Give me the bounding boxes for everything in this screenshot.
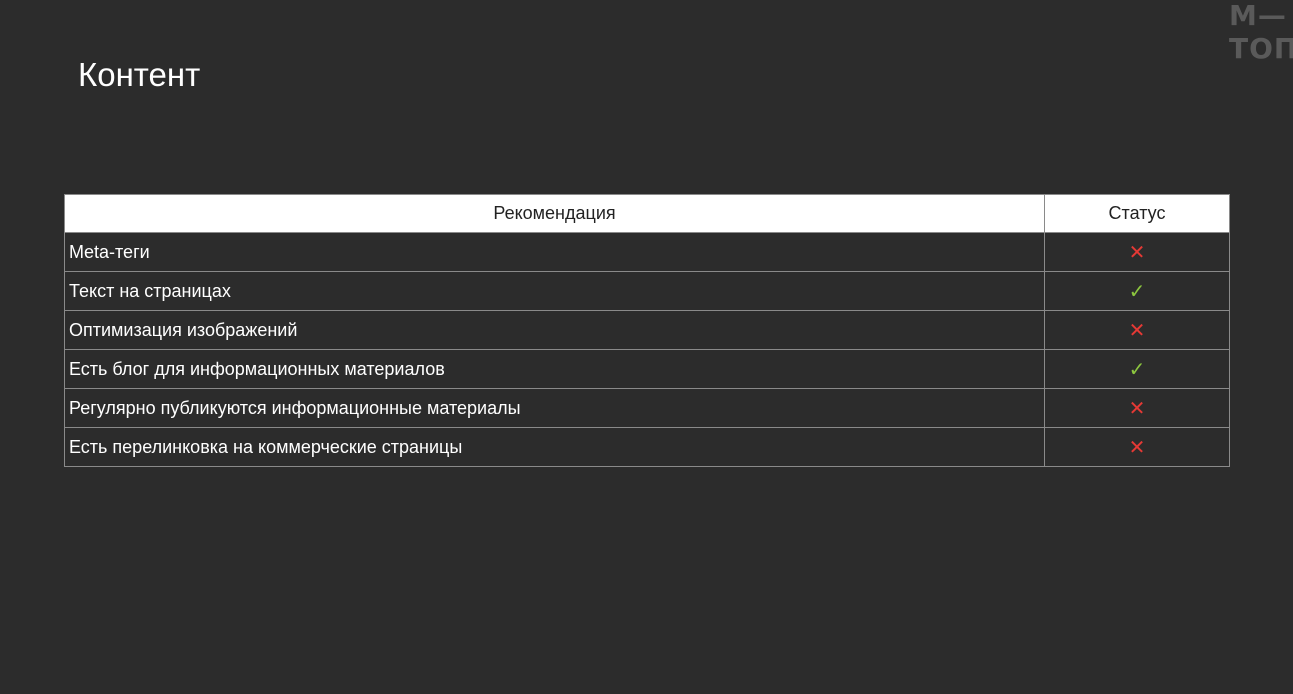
recommendation-cell: Meta-теги	[64, 232, 1045, 272]
table-row: Текст на страницах ✓	[64, 271, 1230, 311]
page-title: Контент	[78, 56, 201, 93]
check-icon: ✓	[1128, 357, 1146, 381]
status-cell: ✕	[1044, 388, 1230, 428]
table-header-row: Рекомендация Статус	[64, 194, 1230, 233]
logo-line-1: М—	[1229, 0, 1287, 32]
recommendation-cell: Оптимизация изображений	[64, 310, 1045, 350]
recommendation-cell: Есть перелинковка на коммерческие страни…	[64, 427, 1045, 467]
table-row: Есть перелинковка на коммерческие страни…	[64, 427, 1230, 467]
recommendation-cell: Есть блог для информационных материалов	[64, 349, 1045, 389]
recommendations-table: Рекомендация Статус Meta-теги ✕ Текст на…	[64, 194, 1230, 467]
logo-line-2: ТОП	[1229, 32, 1293, 65]
status-cell: ✕	[1044, 310, 1230, 350]
brand-logo: М— ТОП	[1229, 0, 1293, 64]
status-cell: ✕	[1044, 232, 1230, 272]
cross-icon: ✕	[1128, 435, 1146, 459]
cross-icon: ✕	[1128, 396, 1146, 420]
status-cell: ✓	[1044, 271, 1230, 311]
header-recommendation: Рекомендация	[64, 194, 1045, 233]
header-status: Статус	[1044, 194, 1230, 233]
status-cell: ✓	[1044, 349, 1230, 389]
status-cell: ✕	[1044, 427, 1230, 467]
check-icon: ✓	[1128, 279, 1146, 303]
cross-icon: ✕	[1128, 240, 1146, 264]
table-row: Регулярно публикуются информационные мат…	[64, 388, 1230, 428]
table-row: Оптимизация изображений ✕	[64, 310, 1230, 350]
table-row: Есть блог для информационных материалов …	[64, 349, 1230, 389]
recommendation-cell: Текст на страницах	[64, 271, 1045, 311]
cross-icon: ✕	[1128, 318, 1146, 342]
recommendation-cell: Регулярно публикуются информационные мат…	[64, 388, 1045, 428]
table-row: Meta-теги ✕	[64, 232, 1230, 272]
